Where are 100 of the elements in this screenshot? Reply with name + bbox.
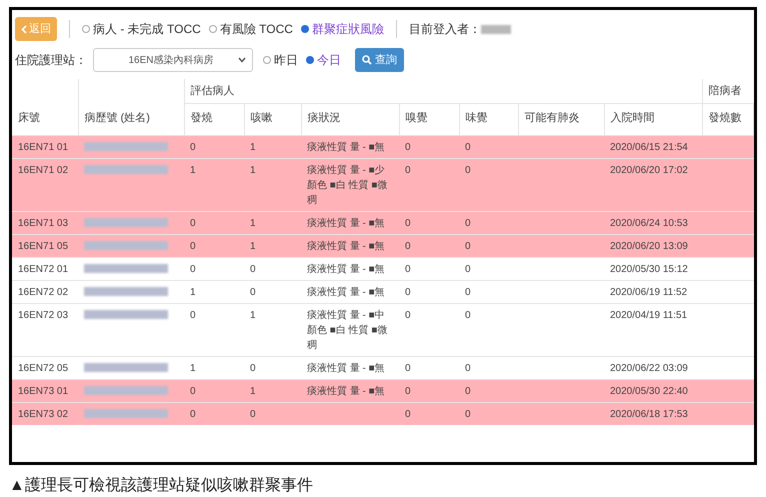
table-cell: 1 [250, 218, 256, 228]
table-cell: 痰液性質 量 - ■無 [307, 240, 385, 252]
column-header: 床號 [18, 112, 40, 124]
table-cell: 0 [190, 408, 196, 420]
table-cell: 2020/06/15 21:54 [610, 142, 688, 152]
column-header: 發燒數 [708, 112, 742, 124]
table-cell: 痰液性質 量 - ■無 [307, 218, 385, 228]
radio-button[interactable] [208, 25, 217, 33]
table-cell: 0 [190, 240, 196, 252]
table-cell: 16EN72 02 [18, 286, 68, 298]
table-cell: 2020/04/19 11:51 [610, 310, 688, 320]
table-cell: 0 [465, 286, 471, 298]
table-cell: 2020/06/20 17:02 [610, 164, 688, 176]
table-cell: 2020/05/30 22:40 [610, 386, 688, 396]
column-header: 味覺 [466, 112, 488, 124]
station-dropdown[interactable]: 16EN感染內科病房 [93, 48, 253, 72]
table-cell: 0 [405, 386, 411, 396]
table-cell: 0 [190, 386, 196, 396]
group-header: 陪病者 [708, 84, 742, 96]
table-cell: 1 [190, 164, 196, 176]
table-cell: 0 [250, 408, 256, 420]
table-cell: 痰液性質 量 - ■無 [307, 286, 385, 298]
table-cell: 1 [250, 386, 256, 396]
table-cell: 0 [465, 218, 471, 228]
table-cell: 16EN71 03 [18, 218, 68, 228]
radio-label[interactable]: 今日 [317, 51, 341, 69]
table-cell: 0 [405, 218, 411, 228]
column-header: 嗅覺 [406, 112, 428, 124]
table-cell: 0 [190, 264, 196, 274]
column-header: 咳嗽 [250, 112, 272, 124]
table-cell: 2020/06/19 11:52 [610, 286, 688, 298]
query-button[interactable]: 查詢 [355, 48, 404, 72]
table-cell: 1 [250, 310, 256, 320]
table-cell: 0 [405, 286, 411, 298]
table-cell: 2020/05/30 15:12 [610, 264, 688, 274]
table-cell: 0 [190, 310, 196, 320]
logged-in-label: 目前登入者： [408, 21, 481, 38]
table-cell: 0 [465, 408, 471, 420]
table-cell: 0 [465, 310, 471, 320]
table-cell: 0 [465, 386, 471, 396]
table-cell: 0 [465, 240, 471, 252]
group-header: 評估病人 [190, 84, 234, 96]
table-cell: 0 [250, 286, 256, 298]
table-cell: 16EN71 05 [18, 240, 68, 252]
table-cell: 0 [465, 362, 471, 374]
table-cell: 1 [250, 240, 256, 252]
table-cell: 1 [250, 164, 256, 176]
table-cell: 痰液性質 量 - ■無 [307, 264, 385, 274]
column-header: 入院時間 [610, 112, 654, 124]
column-header: 病歷號 (姓名) [84, 112, 150, 124]
radio-button[interactable] [300, 25, 309, 33]
table-cell: 16EN72 05 [18, 362, 68, 374]
table-cell: 痰液性質 量 - ■無 [307, 142, 385, 152]
radio-label[interactable]: 病人 - 未完成 TOCC [93, 20, 201, 38]
table-cell: 16EN72 01 [18, 264, 68, 274]
column-header: 痰狀況 [308, 112, 340, 124]
search-icon [362, 55, 372, 65]
table-cell: 0 [465, 164, 471, 176]
table-cell: 0 [405, 164, 411, 176]
station-label: 住院護理站： [15, 52, 87, 69]
table-cell: 0 [190, 218, 196, 228]
table-cell: 2020/06/22 03:09 [610, 362, 688, 374]
table-cell: 0 [465, 142, 471, 152]
radio-label[interactable]: 有風險 TOCC [220, 20, 293, 38]
table-cell: 痰液性質 量 - ■少顏色 ■白 性質 ■微稠 [307, 164, 388, 206]
table-cell: 2020/06/24 10:53 [610, 218, 688, 228]
chevron-left-icon [21, 24, 27, 34]
table-cell: 0 [405, 142, 411, 152]
table-cell: 16EN72 03 [18, 310, 68, 320]
radio-button[interactable] [82, 25, 90, 33]
table-cell: 0 [405, 310, 411, 320]
radio-label[interactable]: 群聚症狀風險 [312, 20, 384, 38]
radio-label[interactable]: 昨日 [274, 51, 298, 69]
table-cell: 痰液性質 量 - ■無 [307, 362, 385, 374]
table-cell: 16EN71 01 [18, 142, 68, 152]
table-cell: 痰液性質 量 - ■無 [307, 386, 385, 396]
table-cell: 0 [405, 408, 411, 420]
table-cell: 2020/06/20 13:09 [610, 240, 688, 252]
table-cell: 0 [405, 362, 411, 374]
table-cell: 0 [405, 240, 411, 252]
figure-caption: ▲護理長可檢視該護理站疑似咳嗽群聚事件 [9, 476, 313, 496]
table-cell: 0 [190, 142, 196, 152]
table-cell: 1 [190, 286, 196, 298]
table-cell: 2020/06/18 17:53 [610, 408, 688, 420]
table-cell: 16EN71 02 [18, 164, 68, 176]
table-cell: 0 [405, 264, 411, 274]
radio-button[interactable] [306, 56, 314, 64]
table-cell: 痰液性質 量 - ■中顏色 ■白 性質 ■微稠 [307, 310, 388, 350]
table-cell: 0 [250, 362, 256, 374]
radio-button[interactable] [263, 56, 271, 64]
table-cell: 0 [250, 264, 256, 274]
column-header: 發燒 [190, 112, 212, 124]
column-header: 可能有肺炎 [524, 112, 580, 124]
table-cell: 16EN73 02 [18, 408, 68, 420]
caret-icon [238, 57, 246, 63]
table-cell: 0 [465, 264, 471, 274]
table-cell: 1 [250, 142, 256, 152]
redacted-name [480, 24, 511, 34]
table-cell: 16EN73 01 [18, 386, 68, 396]
table-cell: 1 [190, 362, 196, 374]
